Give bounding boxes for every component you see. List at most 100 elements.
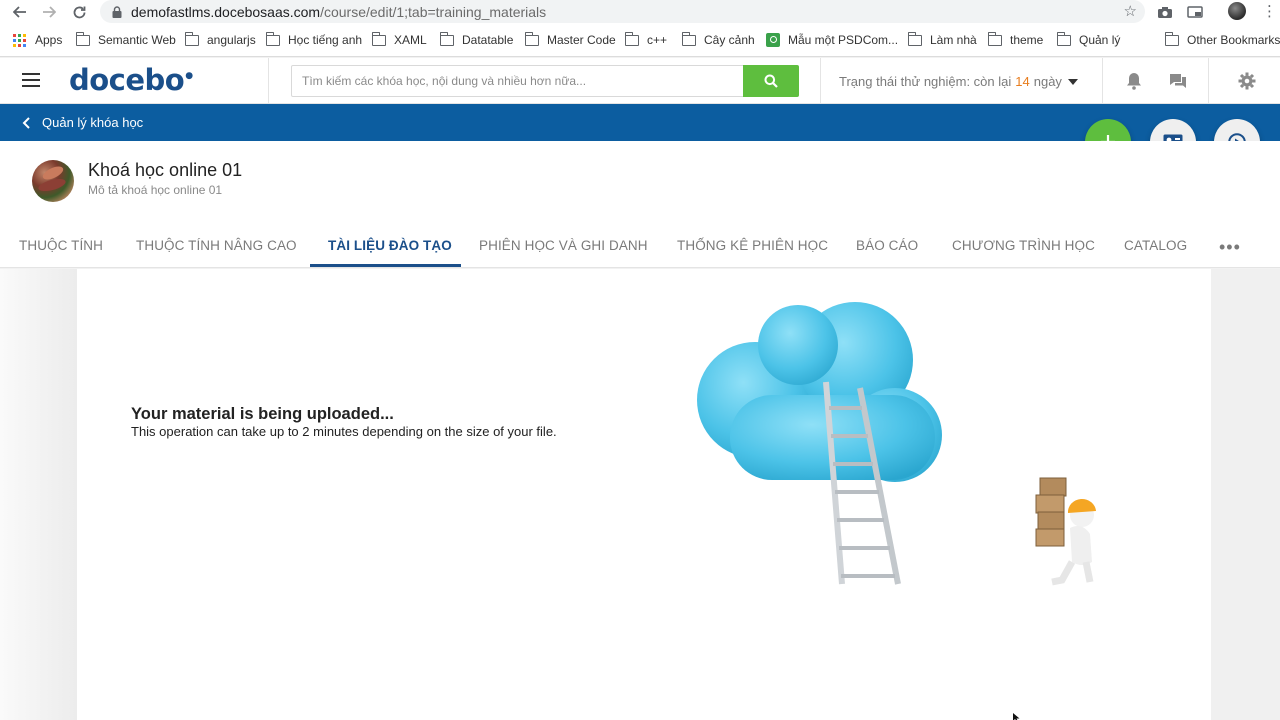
trial-suffix: ngày	[1033, 74, 1062, 89]
search-input[interactable]	[291, 65, 745, 97]
cloud-icon	[697, 302, 942, 482]
trial-prefix: Trạng thái thử nghiệm: còn lại	[839, 74, 1012, 89]
bookmark-folder[interactable]: Semantic Web	[76, 29, 176, 51]
search-button[interactable]	[743, 65, 799, 97]
trial-status-dropdown[interactable]: Trạng thái thử nghiệm: còn lại 14 ngày	[839, 74, 1078, 89]
browser-toolbar: demofastlms.docebosaas.com/course/edit/1…	[0, 0, 1280, 24]
active-tab-indicator	[310, 264, 461, 267]
folder-icon	[988, 31, 1002, 46]
bookmark-apps[interactable]: Apps	[13, 29, 62, 51]
header-divider	[820, 58, 821, 104]
back-link-label: Quản lý khóa học	[42, 115, 144, 130]
bookmark-folder[interactable]: Datatable	[440, 29, 513, 51]
camera-icon[interactable]	[1156, 3, 1174, 21]
header-divider	[1208, 58, 1209, 104]
gear-icon[interactable]	[1237, 71, 1257, 91]
tab-session-statistics[interactable]: THỐNG KÊ PHIÊN HỌC	[677, 227, 828, 267]
browser-menu-icon[interactable]: ⋮	[1262, 2, 1277, 22]
bookmark-label: Other Bookmarks	[1187, 33, 1280, 47]
logo-text: docebo	[69, 63, 185, 97]
address-bar[interactable]: demofastlms.docebosaas.com/course/edit/1…	[100, 0, 1145, 23]
bookmark-folder[interactable]: c++	[625, 29, 667, 51]
bookmark-label: angularjs	[207, 33, 256, 47]
folder-icon	[185, 31, 199, 46]
upload-status-subtitle: This operation can take up to 2 minutes …	[131, 424, 557, 439]
bookmark-folder[interactable]: Học tiếng anh	[266, 29, 362, 51]
cast-icon[interactable]	[1186, 3, 1204, 21]
bookmark-folder[interactable]: Master Code	[525, 29, 616, 51]
folder-icon	[76, 31, 90, 46]
browser-chrome: demofastlms.docebosaas.com/course/edit/1…	[0, 0, 1280, 57]
bookmark-label: XAML	[394, 33, 427, 47]
tab-catalog[interactable]: CATALOG	[1124, 227, 1187, 267]
url-host: demofastlms.docebosaas.com	[131, 3, 321, 20]
folder-icon	[266, 31, 280, 46]
bookmark-label: theme	[1010, 33, 1044, 47]
bookmark-label: Học tiếng anh	[288, 33, 363, 47]
back-to-course-management-link[interactable]: Quản lý khóa học	[22, 115, 143, 130]
bookmark-folder[interactable]: Cây cảnh	[682, 29, 755, 51]
tab-reports[interactable]: BÁO CÁO	[856, 227, 918, 267]
folder-icon	[525, 31, 539, 46]
lock-icon	[112, 5, 122, 18]
folder-icon	[1165, 31, 1179, 46]
tab-properties[interactable]: THUỘC TÍNH	[19, 227, 103, 267]
folder-icon	[625, 31, 639, 46]
back-arrow-icon[interactable]	[10, 2, 30, 22]
bookmarks-bar: Apps Semantic Web angularjs Học tiếng an…	[0, 29, 1280, 51]
bookmark-label: Mẫu một PSDCom...	[788, 33, 899, 47]
bookmark-star-icon[interactable]: ☆	[1124, 2, 1137, 20]
bookmark-folder[interactable]: Làm nhà	[908, 29, 977, 51]
course-thumbnail	[32, 160, 74, 202]
reload-icon[interactable]	[69, 2, 89, 22]
trial-days: 14	[1015, 74, 1030, 89]
course-tabs: THUỘC TÍNH THUỘC TÍNH NÂNG CAO TÀI LIỆU …	[0, 227, 1280, 268]
chat-icon[interactable]	[1168, 71, 1188, 91]
page-favicon-icon	[766, 33, 780, 47]
tab-sessions-enrollments[interactable]: PHIÊN HỌC VÀ GHI DANH	[479, 227, 648, 267]
tab-training-materials[interactable]: TÀI LIỆU ĐÀO TẠO	[328, 227, 452, 267]
mouse-cursor-icon	[1013, 713, 1020, 720]
cloud-upload-illustration	[697, 302, 1096, 586]
docebo-logo[interactable]: docebo●	[69, 63, 193, 97]
url-text: demofastlms.docebosaas.com/course/edit/1…	[131, 4, 546, 20]
more-tabs-icon[interactable]: •••	[1219, 237, 1241, 258]
chevron-down-icon	[1067, 78, 1078, 85]
tab-advanced-properties[interactable]: THUỘC TÍNH NÂNG CAO	[136, 227, 297, 267]
bookmark-folder[interactable]: angularjs	[185, 29, 256, 51]
bookmark-page[interactable]: Mẫu một PSDCom...	[766, 29, 898, 51]
folder-icon	[1057, 31, 1071, 46]
apps-grid-icon	[13, 33, 26, 47]
search-icon	[764, 74, 778, 88]
tab-learning-plans[interactable]: CHƯƠNG TRÌNH HỌC	[952, 227, 1095, 267]
bookmark-folder[interactable]: theme	[988, 29, 1043, 51]
left-gutter	[0, 269, 77, 720]
worker-carrying-boxes-icon	[1035, 477, 1096, 586]
bookmark-label: Semantic Web	[98, 33, 176, 47]
hamburger-menu-icon[interactable]	[22, 73, 40, 87]
header-divider	[1102, 58, 1103, 104]
folder-icon	[682, 31, 696, 46]
url-path: /course/edit/1;tab=training_materials	[320, 3, 547, 20]
folder-icon	[372, 31, 386, 46]
bell-icon[interactable]	[1124, 71, 1144, 91]
right-gutter	[1211, 269, 1280, 720]
folder-icon	[908, 31, 922, 46]
profile-avatar[interactable]	[1228, 2, 1246, 20]
upload-status-title: Your material is being uploaded...	[131, 405, 394, 423]
course-header: Khoá học online 01 Mô tả khoá học online…	[0, 141, 1280, 268]
bookmark-label: Cây cảnh	[704, 33, 755, 47]
bookmark-folder[interactable]: Other Bookmarks	[1165, 29, 1280, 51]
bookmark-label: c++	[647, 33, 668, 47]
bookmark-folder[interactable]: XAML	[372, 29, 427, 51]
folder-icon	[440, 31, 454, 46]
bookmark-folder[interactable]: Quản lý	[1057, 29, 1120, 51]
bookmark-label: Master Code	[547, 33, 616, 47]
chevron-left-icon	[22, 116, 30, 129]
forward-arrow-icon[interactable]	[39, 2, 59, 22]
bookmark-label: Datatable	[462, 33, 514, 47]
bookmark-label: Apps	[35, 33, 63, 47]
course-description: Mô tả khoá học online 01	[88, 183, 223, 197]
header-divider	[268, 58, 269, 104]
course-title: Khoá học online 01	[88, 160, 243, 180]
